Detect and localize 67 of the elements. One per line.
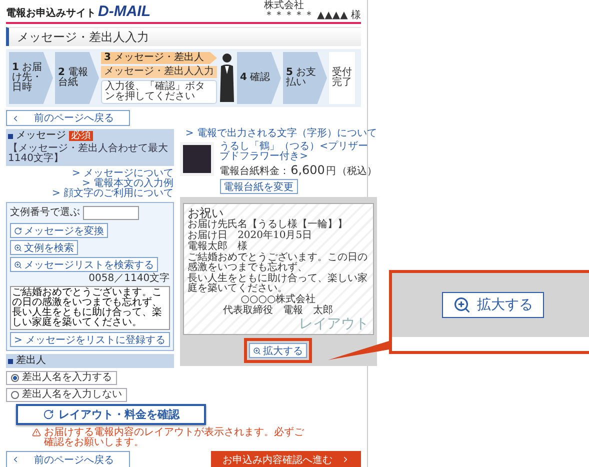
example-number-field[interactable]	[83, 206, 139, 220]
refresh-icon	[42, 409, 54, 420]
limit-note: 【メッセージ・差出人合わせて最大1140文字】	[8, 144, 169, 164]
step-label: 2 電報台紙	[58, 68, 89, 88]
sender-radio[interactable]: 差出人名を入力しない	[6, 388, 127, 402]
step-hint: 入力後、「確認」ボタンを押してください	[101, 80, 217, 104]
step-label: メッセージ・差出人	[114, 53, 204, 63]
date-line: お届け日 2020年10月5日	[188, 231, 314, 241]
addressee: 電報太郎 様	[188, 242, 249, 252]
product-name-link[interactable]: うるし「鶴」（つる）<プリザーブドフラワー付き>	[220, 142, 377, 162]
step-sub-label: メッセージ・差出人入力	[101, 66, 217, 78]
page-title: メッセージ・差出人入力	[6, 27, 361, 46]
section-title: メッセージ	[16, 131, 66, 141]
search-list-button[interactable]: メッセージリストを検索する	[10, 257, 158, 272]
help-link[interactable]: > 電報本文の入力例	[82, 179, 174, 189]
tax-note: （税込）	[336, 167, 377, 177]
recipient-line: お届け先氏名【うるし様【一輪】】	[188, 220, 349, 230]
person-silhouette-icon	[219, 52, 235, 102]
refresh-icon	[14, 226, 22, 234]
user-name: ＊＊＊＊＊ ▲▲▲▲ 様	[264, 11, 361, 21]
site-logo[interactable]: D-MAIL	[98, 4, 150, 18]
warning-text: お届けする電報内容のレイアウトが表示されます。必ずご確認をお願いします。	[44, 428, 304, 448]
price-value: 6,600	[290, 164, 325, 176]
section-title: 差出人	[16, 356, 46, 366]
step-label: 4 確認	[240, 73, 270, 83]
back-button[interactable]: 前のページへ戻る	[6, 451, 130, 467]
price-unit: 円	[326, 167, 336, 177]
message-textarea[interactable]: ご結婚おめでとうございます。この日の感激をいつまでも忘れず、長い人生をともに助け合って、楽しい家庭を築いてください。	[10, 286, 170, 330]
convert-button[interactable]: メッセージを変換	[10, 223, 108, 238]
letter-signer: 代表取締役 電報 太郎	[223, 306, 334, 316]
square-bullet-icon	[8, 134, 13, 138]
change-card-button[interactable]: 電報台紙を変更	[220, 179, 298, 194]
zoom-in-icon	[452, 296, 471, 314]
step-label: 5 お支払い	[286, 68, 317, 88]
letter-body-line: 長い人生をともに助け合って、楽しい家庭を築いてください。	[188, 274, 369, 294]
confirm-layout-button[interactable]: レイアウト・料金を確認	[16, 404, 206, 425]
price-label: 電報台紙料金：	[220, 167, 290, 177]
company-label: 株式会社	[264, 1, 304, 11]
help-link[interactable]: > 顔文字のご利用について	[52, 189, 174, 199]
search-icon	[14, 260, 22, 268]
required-badge: 必須	[69, 131, 93, 141]
square-bullet-icon	[8, 358, 13, 364]
chevron-left-icon	[11, 114, 20, 122]
help-link[interactable]: > メッセージについて	[72, 169, 174, 179]
sender-radio[interactable]: 差出人名を入力する	[6, 371, 117, 385]
step-label: 1 お届け先・日時	[12, 63, 43, 93]
progress-step: 受付完了	[329, 52, 355, 104]
letter-heading: お祝い	[188, 207, 224, 219]
search-icon	[14, 244, 22, 252]
letter-company: ○○○○株式会社	[240, 295, 316, 305]
letter-body-line: ご結婚おめでとうございます。この日の感激をいつまでも忘れず、	[188, 253, 369, 273]
search-examples-button[interactable]: 文例を検索	[10, 240, 78, 255]
product-photo-placeholder	[180, 142, 214, 176]
register-button[interactable]: > メッセージをリストに登録する	[10, 332, 170, 347]
back-button[interactable]: 前のページへ戻る	[6, 110, 130, 126]
layout-watermark: レイアウト	[298, 317, 369, 331]
lookup-label: 文例番号で選ぶ	[10, 208, 80, 218]
font-info-link[interactable]: > 電報で出力される文字（字形）について	[185, 129, 377, 139]
zoom-button[interactable]: 拡大する	[249, 343, 308, 358]
zoom-in-icon	[253, 346, 262, 354]
site-label: 電報お申込みサイト	[6, 8, 96, 18]
chevron-left-icon	[11, 455, 20, 464]
step-number: 3	[104, 53, 111, 63]
warning-icon	[32, 428, 41, 437]
next-button[interactable]: お申込み内容確認へ進む	[211, 451, 361, 467]
zoom-button[interactable]: 拡大する	[442, 292, 544, 318]
character-count: 0058／1140文字	[88, 274, 170, 284]
